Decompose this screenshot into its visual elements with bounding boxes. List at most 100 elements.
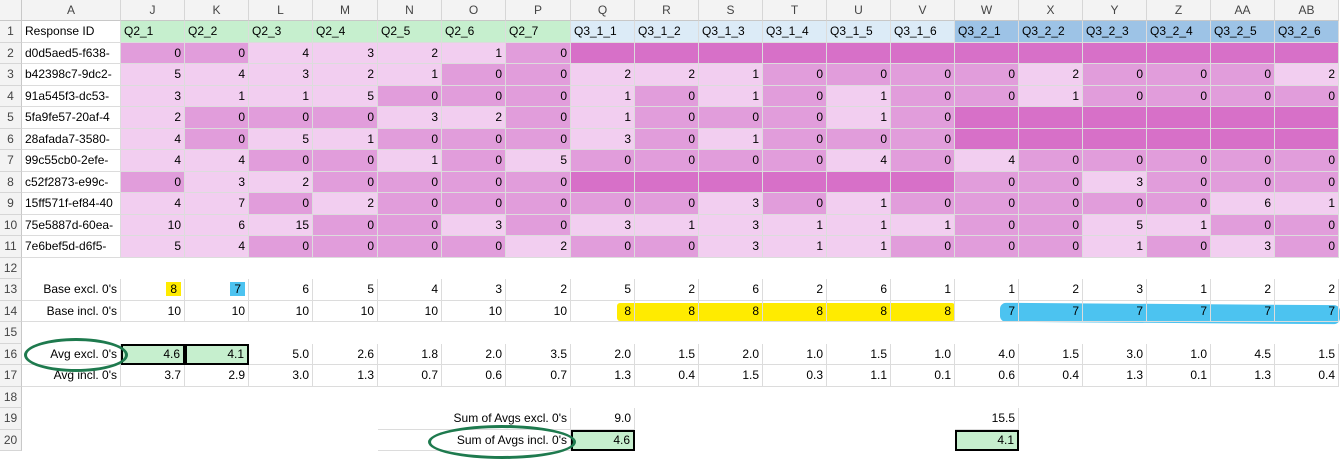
base-excl-cell[interactable]: 7 — [185, 279, 249, 301]
avg-incl-cell[interactable]: 1.1 — [827, 365, 891, 387]
data-cell[interactable]: 2 — [249, 171, 313, 193]
avg-incl-cell[interactable]: 0.7 — [506, 365, 571, 387]
data-cell[interactable]: 1 — [378, 64, 442, 86]
base-incl-cell[interactable]: 8 — [699, 300, 763, 322]
data-cell[interactable]: 0 — [763, 107, 827, 129]
header-cell[interactable]: Q2_6 — [442, 21, 506, 43]
column-header-o[interactable]: O — [442, 0, 506, 21]
column-header-m[interactable]: M — [313, 0, 378, 21]
avg-excl-cell[interactable]: 1.0 — [1147, 343, 1211, 365]
data-cell[interactable]: 0 — [955, 171, 1019, 193]
data-cell[interactable]: 0 — [571, 236, 635, 258]
data-cell[interactable]: 0 — [185, 107, 249, 129]
column-header-n[interactable]: N — [378, 0, 442, 21]
row-header-14[interactable]: 14 — [0, 300, 22, 322]
data-cell[interactable]: 0 — [955, 214, 1019, 236]
response-id-cell[interactable]: 28afada7-3580- — [22, 128, 121, 150]
data-cell[interactable]: 1 — [378, 150, 442, 172]
data-cell[interactable] — [1019, 107, 1083, 129]
data-cell[interactable]: 0 — [827, 128, 891, 150]
data-cell[interactable]: 4 — [121, 150, 185, 172]
data-cell[interactable]: 0 — [506, 193, 571, 215]
data-cell[interactable]: 3 — [313, 42, 378, 64]
data-cell[interactable]: 1 — [827, 236, 891, 258]
data-cell[interactable]: 3 — [185, 171, 249, 193]
data-cell[interactable] — [763, 171, 827, 193]
header-cell[interactable]: Q2_1 — [121, 21, 185, 43]
base-incl-cell[interactable]: 8 — [891, 300, 955, 322]
data-cell[interactable] — [891, 42, 955, 64]
data-cell[interactable]: 2 — [1019, 64, 1083, 86]
base-excl-cell[interactable]: 2 — [506, 279, 571, 301]
data-cell[interactable]: 0 — [763, 150, 827, 172]
data-cell[interactable]: 0 — [635, 85, 699, 107]
base-excl-cell[interactable]: 1 — [891, 279, 955, 301]
data-cell[interactable]: 0 — [442, 171, 506, 193]
base-incl-cell[interactable]: 10 — [442, 300, 506, 322]
row-header-13[interactable]: 13 — [0, 279, 22, 301]
column-header-s[interactable]: S — [699, 0, 763, 21]
avg-excl-cell[interactable]: 3.0 — [1083, 343, 1147, 365]
data-cell[interactable]: 0 — [249, 236, 313, 258]
avg-incl-cell[interactable]: 0.1 — [891, 365, 955, 387]
data-cell[interactable] — [1147, 107, 1211, 129]
spreadsheet[interactable]: A J K L M N O P Q R S T U V W X Y Z AA AB 1 2 3 4 5 6 7 8 9 10 11 12 13 1… — [0, 0, 1342, 459]
base-incl-cell[interactable]: 7 — [1083, 300, 1147, 322]
base-incl-cell[interactable]: 7 — [1211, 300, 1275, 322]
data-cell[interactable]: 2 — [1275, 64, 1339, 86]
data-cell[interactable]: 2 — [635, 64, 699, 86]
avg-excl-cell[interactable]: 2.6 — [313, 343, 378, 365]
avg-incl-cell[interactable]: 0.7 — [378, 365, 442, 387]
data-cell[interactable] — [571, 42, 635, 64]
data-cell[interactable]: 3 — [378, 107, 442, 129]
data-cell[interactable]: 0 — [699, 107, 763, 129]
data-cell[interactable]: 3 — [699, 236, 763, 258]
column-header-w[interactable]: W — [955, 0, 1019, 21]
data-cell[interactable]: 0 — [1147, 171, 1211, 193]
data-cell[interactable]: 1 — [827, 85, 891, 107]
data-cell[interactable]: 0 — [763, 193, 827, 215]
avg-incl-cell[interactable]: 0.4 — [1019, 365, 1083, 387]
row-header-4[interactable]: 4 — [0, 85, 22, 107]
data-cell[interactable]: 4 — [121, 128, 185, 150]
data-cell[interactable] — [955, 42, 1019, 64]
data-cell[interactable] — [1083, 128, 1147, 150]
data-cell[interactable]: 0 — [763, 128, 827, 150]
base-incl-cell[interactable]: 10 — [185, 300, 249, 322]
header-cell[interactable]: Q3_1_4 — [763, 21, 827, 43]
data-cell[interactable]: 4 — [827, 150, 891, 172]
data-cell[interactable]: 0 — [506, 107, 571, 129]
data-cell[interactable]: 0 — [891, 107, 955, 129]
data-cell[interactable]: 5 — [1083, 214, 1147, 236]
data-cell[interactable]: 1 — [1083, 236, 1147, 258]
data-cell[interactable] — [635, 171, 699, 193]
avg-excl-cell[interactable]: 4.5 — [1211, 343, 1275, 365]
row-header-2[interactable]: 2 — [0, 42, 22, 64]
data-cell[interactable]: 0 — [506, 214, 571, 236]
header-cell[interactable]: Q2_7 — [506, 21, 571, 43]
header-cell[interactable]: Q2_2 — [185, 21, 249, 43]
data-cell[interactable]: 0 — [1275, 171, 1339, 193]
avg-excl-cell[interactable]: 3.5 — [506, 343, 571, 365]
data-cell[interactable]: 2 — [442, 107, 506, 129]
data-cell[interactable]: 4 — [249, 42, 313, 64]
data-cell[interactable] — [827, 42, 891, 64]
data-cell[interactable]: 0 — [763, 85, 827, 107]
base-excl-cell[interactable]: 5 — [313, 279, 378, 301]
avg-incl-cell[interactable]: 2.9 — [185, 365, 249, 387]
column-header-j[interactable]: J — [121, 0, 185, 21]
row-header-5[interactable]: 5 — [0, 107, 22, 129]
base-excl-cell[interactable]: 1 — [955, 279, 1019, 301]
data-cell[interactable]: 1 — [891, 214, 955, 236]
data-cell[interactable]: 0 — [506, 42, 571, 64]
data-cell[interactable]: 0 — [1083, 150, 1147, 172]
data-cell[interactable]: 0 — [699, 150, 763, 172]
base-excl-cell[interactable]: 5 — [571, 279, 635, 301]
data-cell[interactable]: 0 — [378, 171, 442, 193]
data-cell[interactable]: 0 — [1211, 214, 1275, 236]
base-excl-cell[interactable]: 2 — [1019, 279, 1083, 301]
data-cell[interactable]: 5 — [121, 236, 185, 258]
data-cell[interactable] — [699, 171, 763, 193]
data-cell[interactable]: 1 — [699, 85, 763, 107]
avg-excl-cell[interactable]: 1.0 — [891, 343, 955, 365]
